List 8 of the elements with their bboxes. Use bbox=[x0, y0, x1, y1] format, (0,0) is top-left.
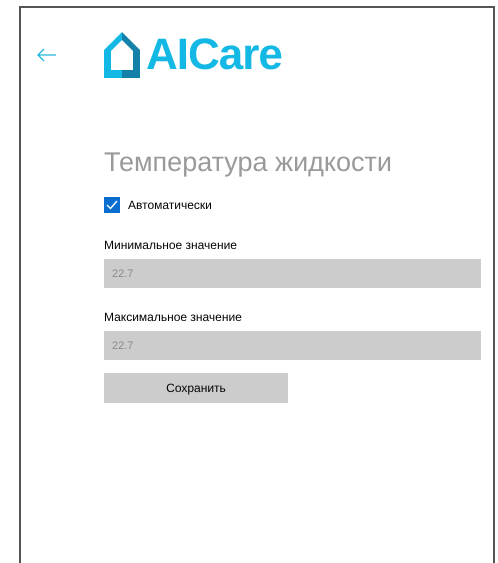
page-title: Температура жидкости bbox=[104, 146, 394, 179]
field-label: Минимальное значение bbox=[104, 237, 238, 254]
auto-checkbox[interactable]: Автоматически bbox=[104, 196, 481, 214]
back-arrow-icon bbox=[37, 48, 57, 62]
field-label: Максимальное значение bbox=[104, 309, 243, 326]
logo-text: AICare bbox=[146, 33, 282, 77]
save-button[interactable]: Сохранить bbox=[104, 373, 288, 403]
house-logo-icon bbox=[104, 32, 140, 78]
